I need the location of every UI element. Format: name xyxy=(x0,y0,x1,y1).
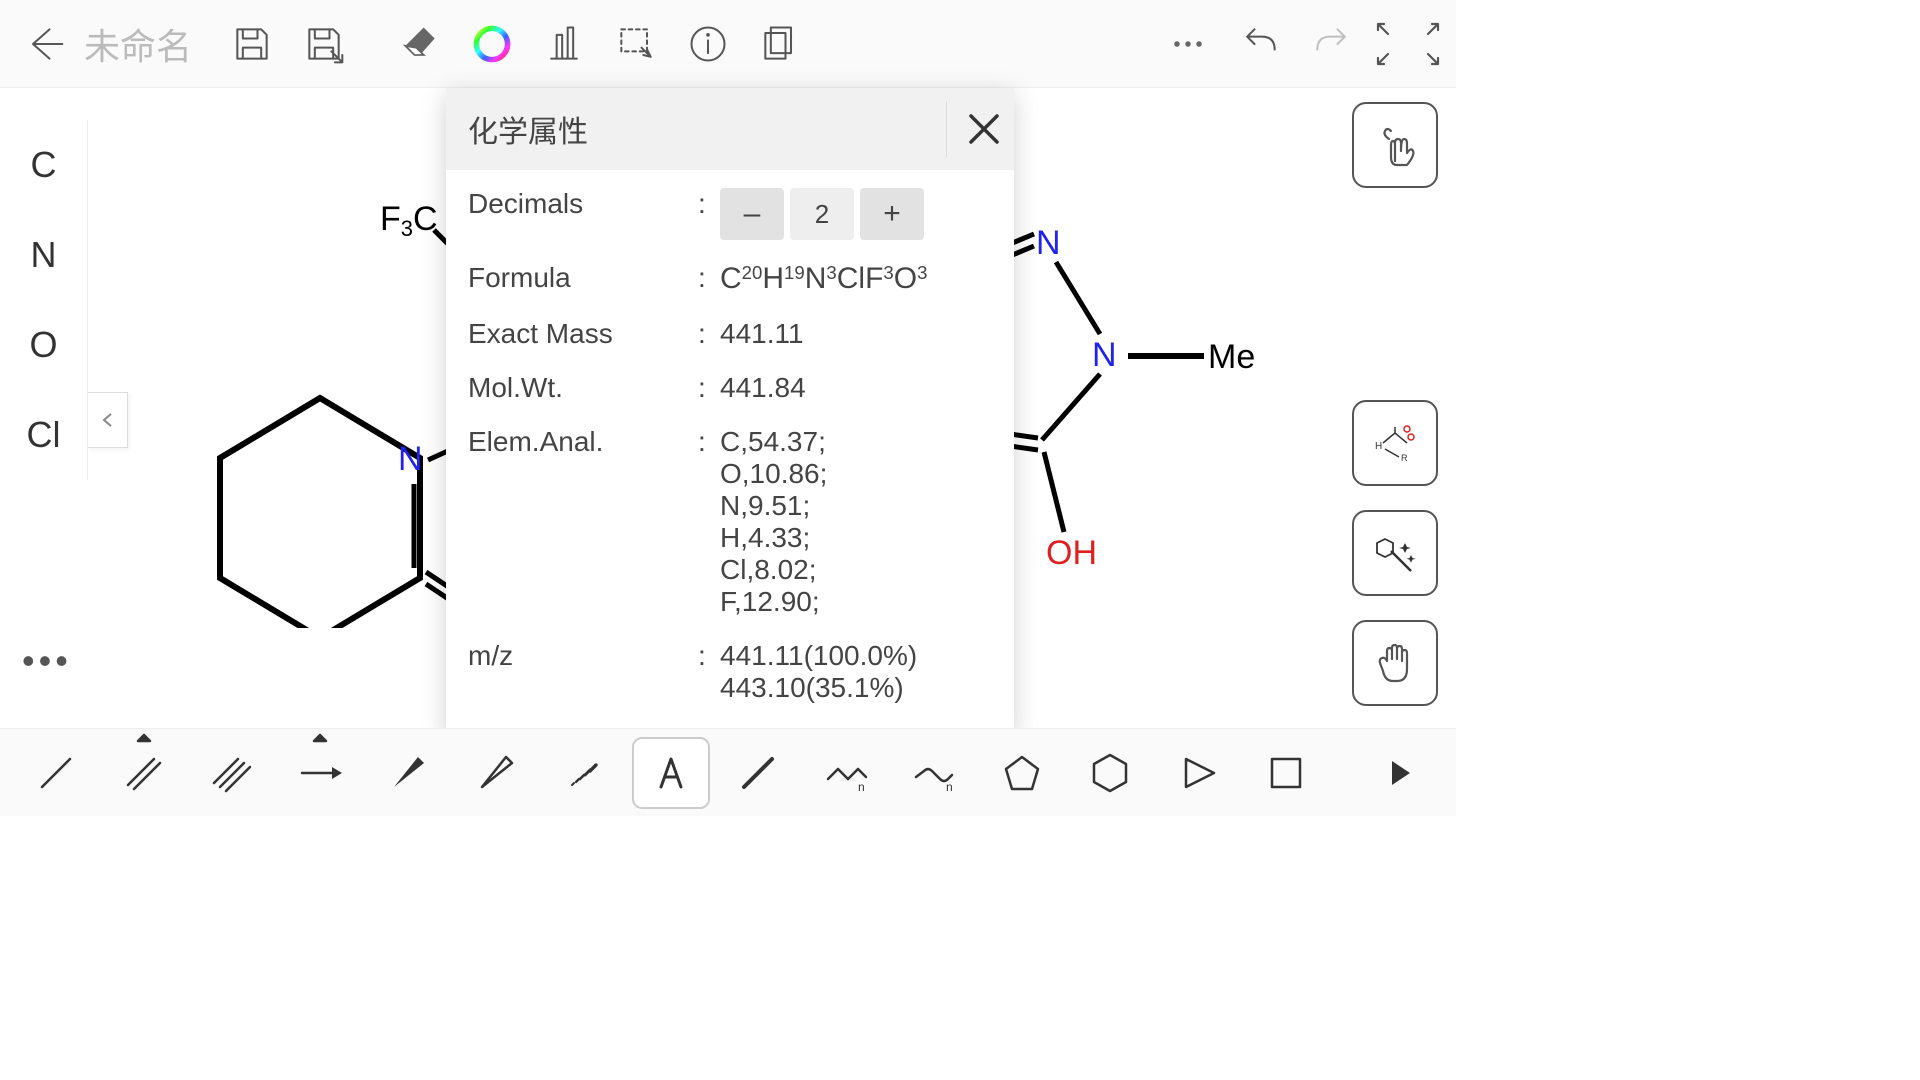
align-button[interactable] xyxy=(528,8,600,80)
pan-tool-button[interactable] xyxy=(1352,620,1438,706)
formula-value: C20H19N3ClF3O3 xyxy=(720,262,992,296)
top-toolbar: 未命名 xyxy=(0,0,1456,88)
label-me: Me xyxy=(1208,338,1255,376)
exact-mass-label: Exact Mass xyxy=(468,318,698,350)
atom-o-button[interactable]: O xyxy=(0,300,88,390)
chain-tool-2[interactable]: n xyxy=(890,734,978,812)
formula-label: Formula xyxy=(468,262,698,296)
atom-n-mid: N xyxy=(1092,336,1117,374)
document-title: 未命名 xyxy=(84,18,192,70)
svg-text:n: n xyxy=(946,780,953,794)
text-tool[interactable] xyxy=(632,737,710,809)
save-as-button[interactable] xyxy=(288,8,360,80)
reaction-template-button[interactable]: HR xyxy=(1352,400,1438,486)
hexagon-tool[interactable] xyxy=(1066,734,1154,812)
atom-n-button[interactable]: N xyxy=(0,210,88,300)
label-f3c: F3C xyxy=(380,200,438,241)
hollow-wedge-tool[interactable] xyxy=(452,734,540,812)
lasso-select-button[interactable] xyxy=(600,8,672,80)
triple-bond-tool[interactable] xyxy=(188,734,276,812)
pentagon-tool[interactable] xyxy=(978,734,1066,812)
decimals-label: Decimals xyxy=(468,188,698,240)
more-button[interactable] xyxy=(1152,8,1224,80)
exact-mass-value: 441.11 xyxy=(720,318,992,350)
info-button[interactable] xyxy=(672,8,744,80)
bottom-toolbar: n n xyxy=(0,728,1456,816)
eraser-button[interactable] xyxy=(384,8,456,80)
redo-button[interactable] xyxy=(1296,8,1368,80)
mz-label: m/z xyxy=(468,640,698,704)
svg-text:R: R xyxy=(1401,453,1408,463)
wedge-bond-tool[interactable] xyxy=(364,734,452,812)
triangle-tool[interactable] xyxy=(1154,734,1242,812)
atom-cl-button[interactable]: Cl xyxy=(0,390,88,480)
copy-button[interactable] xyxy=(744,8,816,80)
mz-value: 441.11(100.0%) 443.10(35.1%) xyxy=(720,640,992,704)
chemical-properties-panel: 化学属性 Decimals : – 2 + Formula : C20H19N3… xyxy=(446,88,1014,734)
atom-palette-more[interactable]: ••• xyxy=(22,640,72,682)
undo-button[interactable] xyxy=(1224,8,1296,80)
fullscreen-button[interactable] xyxy=(1368,22,1448,66)
chain-tool[interactable]: n xyxy=(802,734,890,812)
color-picker-button[interactable] xyxy=(456,8,528,80)
mol-wt-label: Mol.Wt. xyxy=(468,372,698,404)
back-button[interactable] xyxy=(8,8,80,80)
close-button[interactable] xyxy=(946,101,1002,157)
atom-c-button[interactable]: C xyxy=(0,120,88,210)
atom-n-ring: N xyxy=(398,440,423,478)
atom-n-top: N xyxy=(1036,224,1061,262)
svg-text:n: n xyxy=(858,780,865,794)
bond-tool-2[interactable] xyxy=(714,734,802,812)
decimals-stepper: – 2 + xyxy=(720,188,924,240)
arrow-tool[interactable] xyxy=(276,734,364,812)
double-bond-tool[interactable] xyxy=(100,734,188,812)
square-tool[interactable] xyxy=(1242,734,1330,812)
atom-palette-collapse[interactable] xyxy=(88,392,128,448)
elem-anal-label: Elem.Anal. xyxy=(468,426,698,618)
gesture-tool-button[interactable] xyxy=(1352,102,1438,188)
hash-bond-tool[interactable] xyxy=(540,734,628,812)
atom-palette: C N O Cl xyxy=(0,120,88,480)
bottom-toolbar-next[interactable] xyxy=(1356,734,1444,812)
svg-text:H: H xyxy=(1375,441,1382,452)
decimals-decrement[interactable]: – xyxy=(720,188,784,240)
label-oh: OH xyxy=(1046,534,1097,572)
save-button[interactable] xyxy=(216,8,288,80)
panel-title: 化学属性 xyxy=(468,107,946,151)
decimals-value: 2 xyxy=(790,188,854,240)
single-bond-tool[interactable] xyxy=(12,734,100,812)
mol-wt-value: 441.84 xyxy=(720,372,992,404)
elem-anal-value: C,54.37; O,10.86; N,9.51; H,4.33; Cl,8.0… xyxy=(720,426,992,618)
auto-style-button[interactable] xyxy=(1352,510,1438,596)
decimals-increment[interactable]: + xyxy=(860,188,924,240)
